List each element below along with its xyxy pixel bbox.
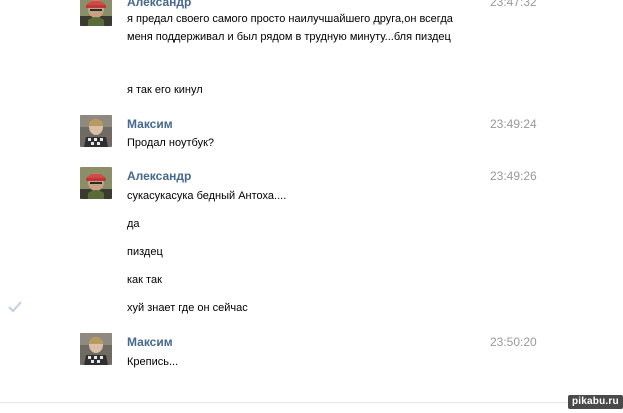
avatar-maxim-icon[interactable] — [80, 115, 112, 147]
check-icon[interactable] — [8, 301, 22, 313]
message-time[interactable]: 23:47:32 — [490, 0, 537, 9]
message-author[interactable]: Максим — [127, 335, 173, 349]
message-text: я предал своего самого просто наилучшайш… — [127, 13, 453, 43]
message-time[interactable]: 23:49:24 — [490, 117, 537, 131]
message-text: Продал ноутбук? — [127, 137, 215, 149]
avatar-alexander-icon[interactable] — [80, 167, 112, 199]
message-time[interactable]: 23:50:20 — [490, 335, 537, 349]
avatar-alexander-icon[interactable] — [80, 0, 112, 26]
message-author[interactable]: Александр — [127, 169, 191, 183]
message-author[interactable]: Максим — [127, 117, 173, 131]
message-text: как так — [127, 274, 162, 286]
message-text: пиздец — [127, 246, 163, 258]
watermark: pikabu.ru — [568, 395, 623, 409]
chat-history: Александр 23:47:32 я предал своего самог… — [0, 0, 623, 413]
message-text: я так его кинул — [127, 84, 203, 96]
message-author[interactable]: Александр — [127, 0, 191, 9]
message-text: сукасукасука бедный Антоха.... — [127, 190, 287, 202]
avatar-maxim-icon[interactable] — [80, 333, 112, 365]
message-text: хуй знает где он сейчас — [127, 302, 248, 314]
divider — [0, 402, 623, 403]
message-text: да — [127, 218, 140, 230]
message-time[interactable]: 23:49:26 — [490, 169, 537, 183]
message-text: Крепись... — [127, 356, 179, 368]
